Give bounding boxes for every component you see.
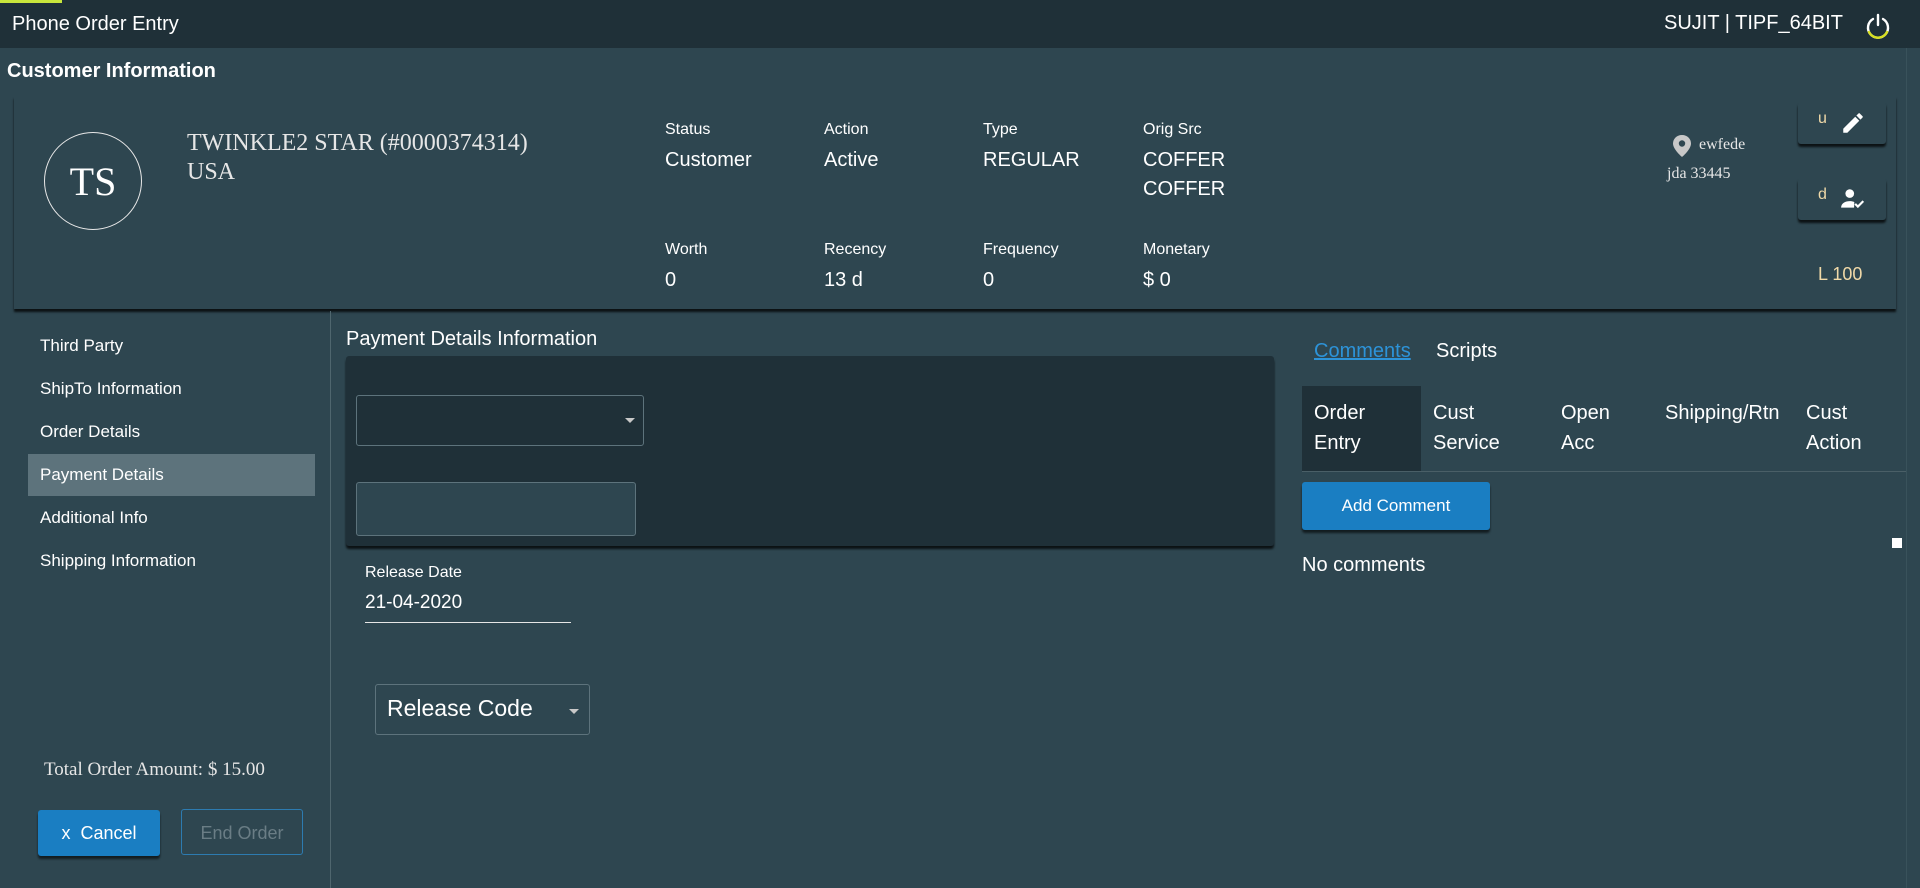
customer-information-title: Customer Information — [7, 60, 216, 82]
monetary-value: $ 0 — [1143, 269, 1171, 291]
customer-card — [14, 96, 1896, 309]
total-order-amount: Total Order Amount: $ 15.00 — [44, 759, 265, 780]
dropdown-caret-icon — [569, 709, 579, 714]
subtab-shipping-rtn[interactable]: Shipping/Rtn — [1653, 386, 1794, 471]
type-label: Type — [983, 121, 1018, 138]
subtab-label: Cust — [1433, 402, 1475, 424]
no-comments-text: No comments — [1302, 554, 1426, 576]
sidebar-item-additional-info[interactable]: Additional Info — [28, 497, 315, 539]
recency-value: 13 d — [824, 269, 863, 291]
tab-comments[interactable]: Comments — [1314, 340, 1411, 363]
edit-button-letter: u — [1818, 110, 1827, 127]
dropdown-caret-icon — [625, 418, 635, 423]
payment-details-title: Payment Details Information — [346, 328, 598, 350]
status-value: Customer — [665, 149, 752, 171]
scroll-marker — [1892, 538, 1902, 548]
loyalty-points: L 100 — [1818, 264, 1863, 284]
verify-button-letter: d — [1818, 186, 1827, 203]
page-scrollbar[interactable] — [1906, 48, 1920, 888]
subtab-label: Shipping/Rtn — [1665, 402, 1780, 424]
orig-src-label: Orig Src — [1143, 121, 1202, 138]
subtab-cust-service[interactable]: Cust Service — [1421, 386, 1549, 471]
add-comment-button[interactable]: Add Comment — [1302, 482, 1490, 530]
action-label: Action — [824, 121, 869, 138]
power-icon[interactable] — [1864, 12, 1892, 40]
release-code-label: Release Code — [387, 695, 533, 721]
subtab-label: Open — [1561, 402, 1610, 424]
customer-name: TWINKLE2 STAR (#0000374314) — [187, 130, 528, 156]
location-pin-icon — [1672, 134, 1692, 158]
cancel-button[interactable]: x Cancel — [38, 810, 160, 856]
sidebar-item-payment-details[interactable]: Payment Details — [28, 454, 315, 496]
user-info: SUJIT | TIPF_64BIT — [1664, 12, 1843, 34]
subtab-label: Action — [1806, 432, 1862, 454]
subtab-label: Entry — [1314, 432, 1361, 454]
comment-category-tabs: Order Entry Cust Service Open Acc Shippi… — [1302, 386, 1908, 472]
subtab-cust-action[interactable]: Cust Action — [1794, 386, 1894, 471]
frequency-value: 0 — [983, 269, 995, 291]
avatar: TS — [44, 132, 142, 230]
subtab-order-entry[interactable]: Order Entry — [1302, 386, 1421, 471]
edit-customer-button[interactable]: u — [1798, 102, 1886, 144]
accent-strip — [0, 0, 62, 3]
verify-customer-button[interactable]: d — [1798, 178, 1886, 220]
orig-src-value-2: COFFER — [1143, 178, 1226, 200]
sidebar: Third Party ShipTo Information Order Det… — [0, 311, 331, 888]
frequency-label: Frequency — [983, 241, 1059, 258]
top-bar: Phone Order Entry SUJIT | TIPF_64BIT — [0, 0, 1920, 48]
sidebar-item-order-details[interactable]: Order Details — [28, 411, 315, 453]
subtab-label: Acc — [1561, 432, 1595, 454]
pencil-icon — [1843, 113, 1863, 133]
sidebar-item-third-party[interactable]: Third Party — [28, 325, 315, 367]
address-line-2: jda 33445 — [1667, 165, 1731, 182]
subtab-label: Cust — [1806, 402, 1848, 424]
address-line-1: ewfede — [1699, 136, 1746, 153]
person-check-icon — [1841, 189, 1865, 209]
worth-label: Worth — [665, 241, 708, 258]
payment-method-select[interactable] — [356, 395, 644, 446]
subtab-label: Service — [1433, 432, 1500, 454]
release-code-select[interactable]: Release Code — [375, 684, 590, 735]
action-value: Active — [824, 149, 879, 171]
end-order-button[interactable]: End Order — [181, 809, 303, 855]
status-label: Status — [665, 121, 711, 138]
app-title: Phone Order Entry — [12, 13, 179, 35]
release-date-input[interactable]: 21-04-2020 — [365, 592, 571, 623]
sidebar-item-shipto-information[interactable]: ShipTo Information — [28, 368, 315, 410]
customer-country: USA — [187, 159, 236, 185]
orig-src-value: COFFER — [1143, 149, 1226, 171]
monetary-label: Monetary — [1143, 241, 1210, 258]
tab-scripts[interactable]: Scripts — [1436, 340, 1497, 363]
sidebar-item-shipping-information[interactable]: Shipping Information — [28, 540, 315, 582]
subtab-label: Order — [1314, 402, 1366, 424]
subtab-open-acc[interactable]: Open Acc — [1549, 386, 1653, 471]
cancel-button-label: Cancel — [80, 823, 137, 843]
cancel-x-icon: x — [61, 823, 71, 843]
payment-input[interactable] — [356, 482, 636, 536]
worth-value: 0 — [665, 269, 677, 291]
type-value: REGULAR — [983, 149, 1080, 171]
release-date-label: Release Date — [365, 564, 462, 581]
recency-label: Recency — [824, 241, 887, 258]
